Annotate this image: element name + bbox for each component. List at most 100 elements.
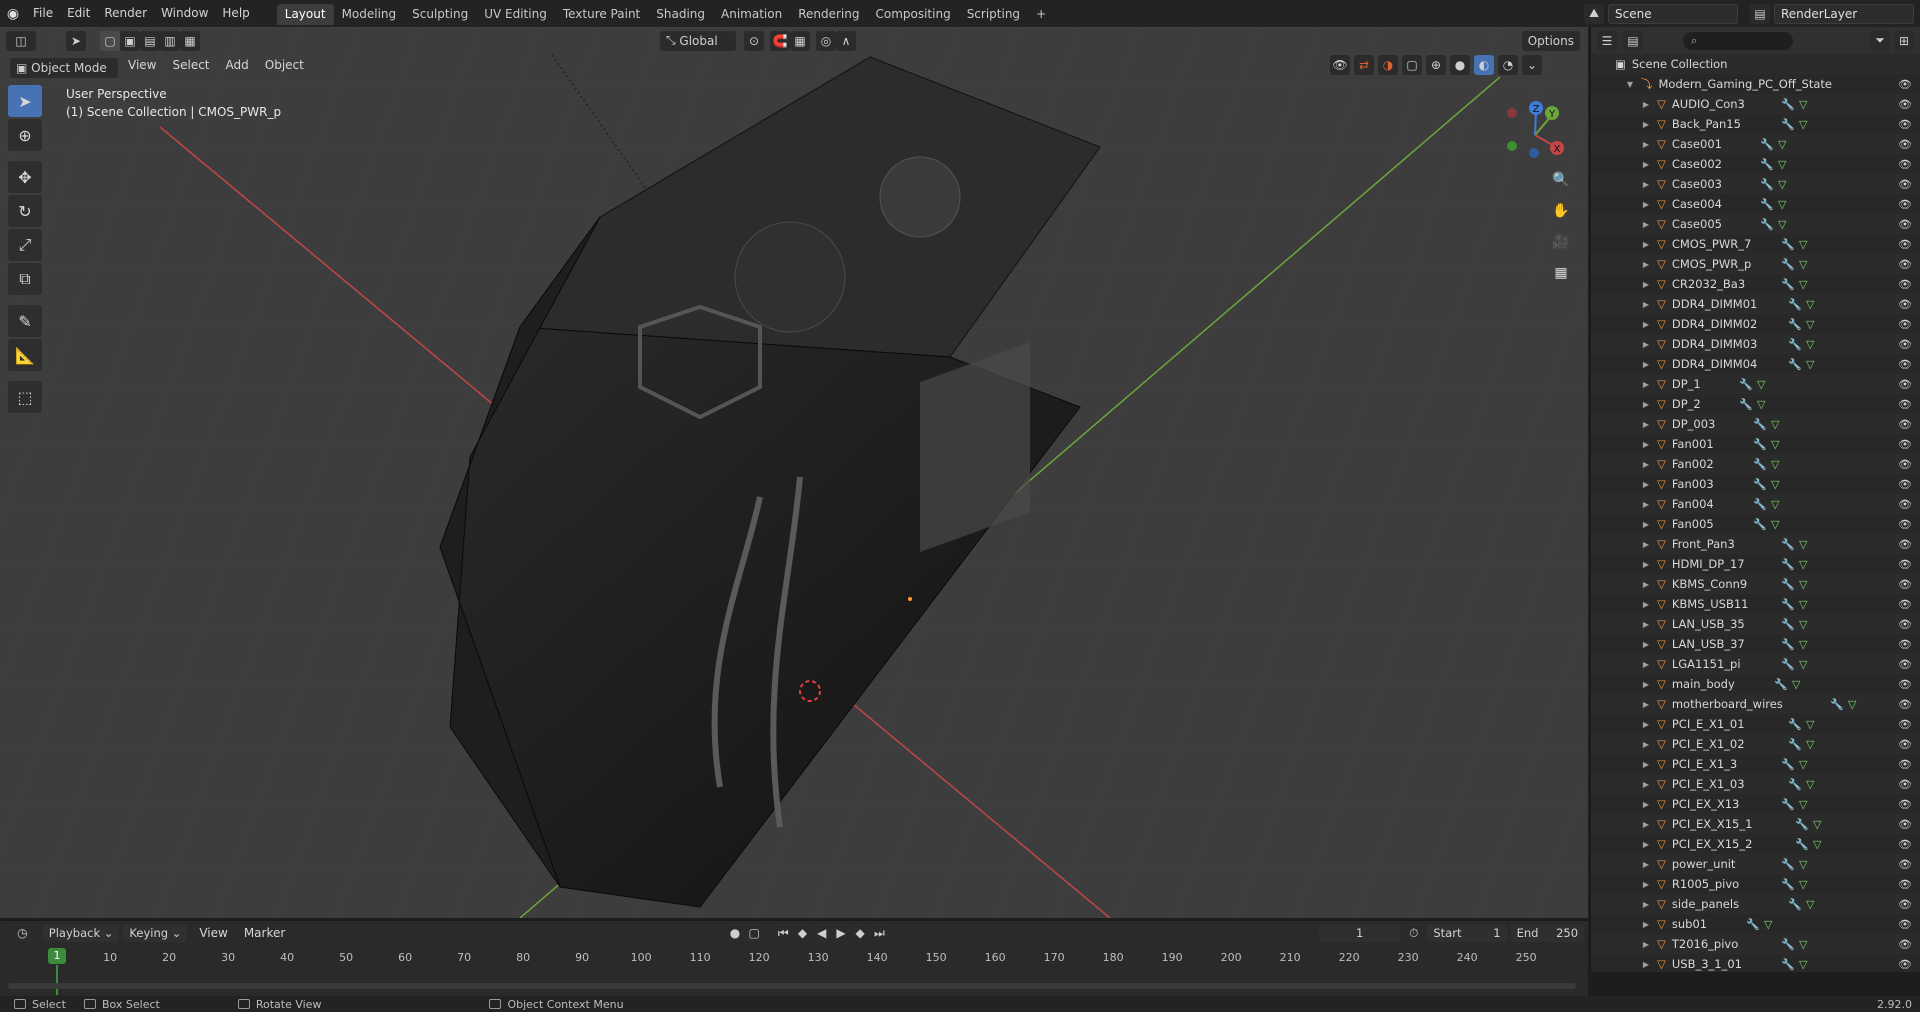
expand-arrow-icon[interactable]: ▶ — [1641, 940, 1651, 949]
outliner-item[interactable]: ▶ ▽ DDR4_DIMM04 🔧 ▽ 👁 — [1591, 354, 1920, 374]
modifier-wrench-icon[interactable]: 🔧 — [1739, 378, 1753, 391]
eye-icon[interactable]: 👁 — [1898, 538, 1912, 551]
mesh-data-icon[interactable]: ▽ — [1799, 258, 1807, 271]
eye-icon[interactable]: 👁 — [1898, 378, 1912, 391]
playhead[interactable]: 1 — [48, 948, 66, 964]
expand-arrow-icon[interactable]: ▶ — [1641, 360, 1651, 369]
outliner-item[interactable]: ▶ ▽ power_unit 🔧 ▽ 👁 — [1591, 854, 1920, 874]
new-collection-icon[interactable]: ⊞ — [1894, 30, 1914, 51]
expand-arrow-icon[interactable]: ▶ — [1641, 300, 1651, 309]
expand-arrow-icon[interactable]: ▶ — [1641, 720, 1651, 729]
eye-icon[interactable]: 👁 — [1898, 638, 1912, 651]
mesh-data-icon[interactable]: ▽ — [1771, 498, 1779, 511]
prev-keyframe-icon[interactable]: ◆ — [792, 923, 813, 943]
scene-collection-row[interactable]: ▣ Scene Collection — [1591, 54, 1920, 74]
outliner-item[interactable]: ▶ ▽ Case003 🔧 ▽ 👁 — [1591, 174, 1920, 194]
material-shading-icon[interactable]: ◐ — [1474, 55, 1494, 75]
outliner-item[interactable]: ▶ ▽ LAN_USB_37 🔧 ▽ 👁 — [1591, 634, 1920, 654]
expand-arrow-icon[interactable]: ▶ — [1641, 740, 1651, 749]
outliner-item[interactable]: ▶ ▽ PCI_E_X1_3 🔧 ▽ 👁 — [1591, 754, 1920, 774]
mesh-data-icon[interactable]: ▽ — [1799, 278, 1807, 291]
outliner-item[interactable]: ▶ ▽ PCI_E_X1_03 🔧 ▽ 👁 — [1591, 774, 1920, 794]
outliner-item[interactable]: ▶ ▽ CMOS_PWR_p 🔧 ▽ 👁 — [1591, 254, 1920, 274]
select-mode-icon[interactable]: ➤ — [66, 30, 86, 51]
modifier-wrench-icon[interactable]: 🔧 — [1781, 878, 1795, 891]
select-box-tool-icon[interactable]: ➤ — [8, 85, 42, 117]
modifier-wrench-icon[interactable]: 🔧 — [1781, 638, 1795, 651]
expand-arrow-icon[interactable]: ▶ — [1641, 100, 1651, 109]
eye-icon[interactable]: 👁 — [1898, 578, 1912, 591]
eye-icon[interactable]: 👁 — [1898, 318, 1912, 331]
mesh-data-icon[interactable]: ▽ — [1806, 898, 1814, 911]
modifier-wrench-icon[interactable]: 🔧 — [1781, 598, 1795, 611]
start-frame-field[interactable]: Start 1 — [1427, 924, 1507, 942]
scale-tool-icon[interactable]: ⤢ — [8, 229, 42, 261]
menu-window[interactable]: Window — [154, 0, 215, 27]
scene-icon[interactable]: ⛰ — [1584, 3, 1604, 24]
outliner-item[interactable]: ▶ ▽ Front_Pan3 🔧 ▽ 👁 — [1591, 534, 1920, 554]
modifier-wrench-icon[interactable]: 🔧 — [1760, 218, 1774, 231]
modifier-wrench-icon[interactable]: 🔧 — [1788, 358, 1802, 371]
mesh-data-icon[interactable]: ▽ — [1764, 918, 1772, 931]
modifier-wrench-icon[interactable]: 🔧 — [1788, 338, 1802, 351]
mesh-data-icon[interactable]: ▽ — [1806, 778, 1814, 791]
filter-icon[interactable]: ⏷ — [1870, 30, 1890, 51]
eye-icon[interactable]: 👁 — [1898, 238, 1912, 251]
shading-options-icon[interactable]: ⌄ — [1522, 55, 1542, 75]
outliner-item[interactable]: ▶ ▽ Case005 🔧 ▽ 👁 — [1591, 214, 1920, 234]
expand-arrow-icon[interactable]: ▶ — [1641, 420, 1651, 429]
end-frame-field[interactable]: End 250 — [1510, 924, 1585, 942]
expand-arrow-icon[interactable]: ▶ — [1641, 440, 1651, 449]
modifier-wrench-icon[interactable]: 🔧 — [1774, 678, 1788, 691]
modifier-wrench-icon[interactable]: 🔧 — [1753, 458, 1767, 471]
eye-icon[interactable]: 👁 — [1898, 138, 1912, 151]
mesh-data-icon[interactable]: ▽ — [1799, 938, 1807, 951]
mesh-data-icon[interactable]: ▽ — [1757, 398, 1765, 411]
timeline-menu-view[interactable]: View — [191, 926, 235, 940]
mesh-data-icon[interactable]: ▽ — [1771, 518, 1779, 531]
modifier-wrench-icon[interactable]: 🔧 — [1788, 778, 1802, 791]
blender-logo-icon[interactable]: ◉ — [0, 0, 26, 27]
modifier-wrench-icon[interactable]: 🔧 — [1739, 398, 1753, 411]
eye-icon[interactable]: 👁 — [1898, 698, 1912, 711]
display-mode-icon[interactable]: ▤ — [1623, 30, 1643, 51]
mesh-data-icon[interactable]: ▽ — [1799, 598, 1807, 611]
cursor-tool-icon[interactable]: ⊕ — [8, 119, 42, 151]
tab-sculpting[interactable]: Sculpting — [404, 4, 476, 25]
expand-arrow-icon[interactable]: ▶ — [1641, 860, 1651, 869]
modifier-wrench-icon[interactable]: 🔧 — [1753, 498, 1767, 511]
outliner-item[interactable]: ▶ ▽ PCI_EX_X15_1 🔧 ▽ 👁 — [1591, 814, 1920, 834]
modifier-wrench-icon[interactable]: 🔧 — [1830, 698, 1844, 711]
viewport-menu-select[interactable]: Select — [164, 58, 217, 78]
modifier-wrench-icon[interactable]: 🔧 — [1760, 198, 1774, 211]
record-icon[interactable]: ● — [725, 923, 745, 943]
expand-arrow-icon[interactable]: ▶ — [1641, 600, 1651, 609]
eye-icon[interactable]: 👁 — [1898, 218, 1912, 231]
expand-arrow-icon[interactable]: ▶ — [1641, 840, 1651, 849]
mesh-data-icon[interactable]: ▽ — [1799, 758, 1807, 771]
expand-arrow-icon[interactable]: ▶ — [1641, 320, 1651, 329]
eye-icon[interactable]: 👁 — [1898, 718, 1912, 731]
modifier-wrench-icon[interactable]: 🔧 — [1760, 158, 1774, 171]
outliner-item[interactable]: ▶ ▽ DP_2 🔧 ▽ 👁 — [1591, 394, 1920, 414]
outliner-item[interactable]: ▶ ▽ side_panels 🔧 ▽ 👁 — [1591, 894, 1920, 914]
outliner-item[interactable]: ▶ ▽ R1005_pivo 🔧 ▽ 👁 — [1591, 874, 1920, 894]
eye-icon[interactable]: 👁 — [1898, 858, 1912, 871]
mesh-data-icon[interactable]: ▽ — [1799, 618, 1807, 631]
modifier-wrench-icon[interactable]: 🔧 — [1753, 438, 1767, 451]
eye-icon[interactable]: 👁 — [1898, 918, 1912, 931]
xray-icon[interactable]: ▢ — [1402, 55, 1422, 75]
eye-icon[interactable]: 👁 — [1898, 878, 1912, 891]
expand-arrow-icon[interactable]: ▶ — [1641, 560, 1651, 569]
outliner-item[interactable]: ▶ ▽ USB_3_1_01 🔧 ▽ 👁 — [1591, 954, 1920, 974]
viewport-menu-add[interactable]: Add — [218, 58, 257, 78]
mesh-data-icon[interactable]: ▽ — [1799, 858, 1807, 871]
eye-icon[interactable]: 👁 — [1898, 278, 1912, 291]
overlay-toggle-icon[interactable]: ◑ — [1378, 55, 1398, 75]
expand-arrow-icon[interactable]: ▶ — [1641, 920, 1651, 929]
solid-shading-icon[interactable]: ● — [1450, 55, 1470, 75]
expand-arrow-icon[interactable]: ▶ — [1641, 120, 1651, 129]
jump-start-icon[interactable]: ⏮ — [773, 923, 793, 943]
outliner-item[interactable]: ▶ ▽ DP_1 🔧 ▽ 👁 — [1591, 374, 1920, 394]
expand-arrow-icon[interactable]: ▶ — [1641, 960, 1651, 969]
